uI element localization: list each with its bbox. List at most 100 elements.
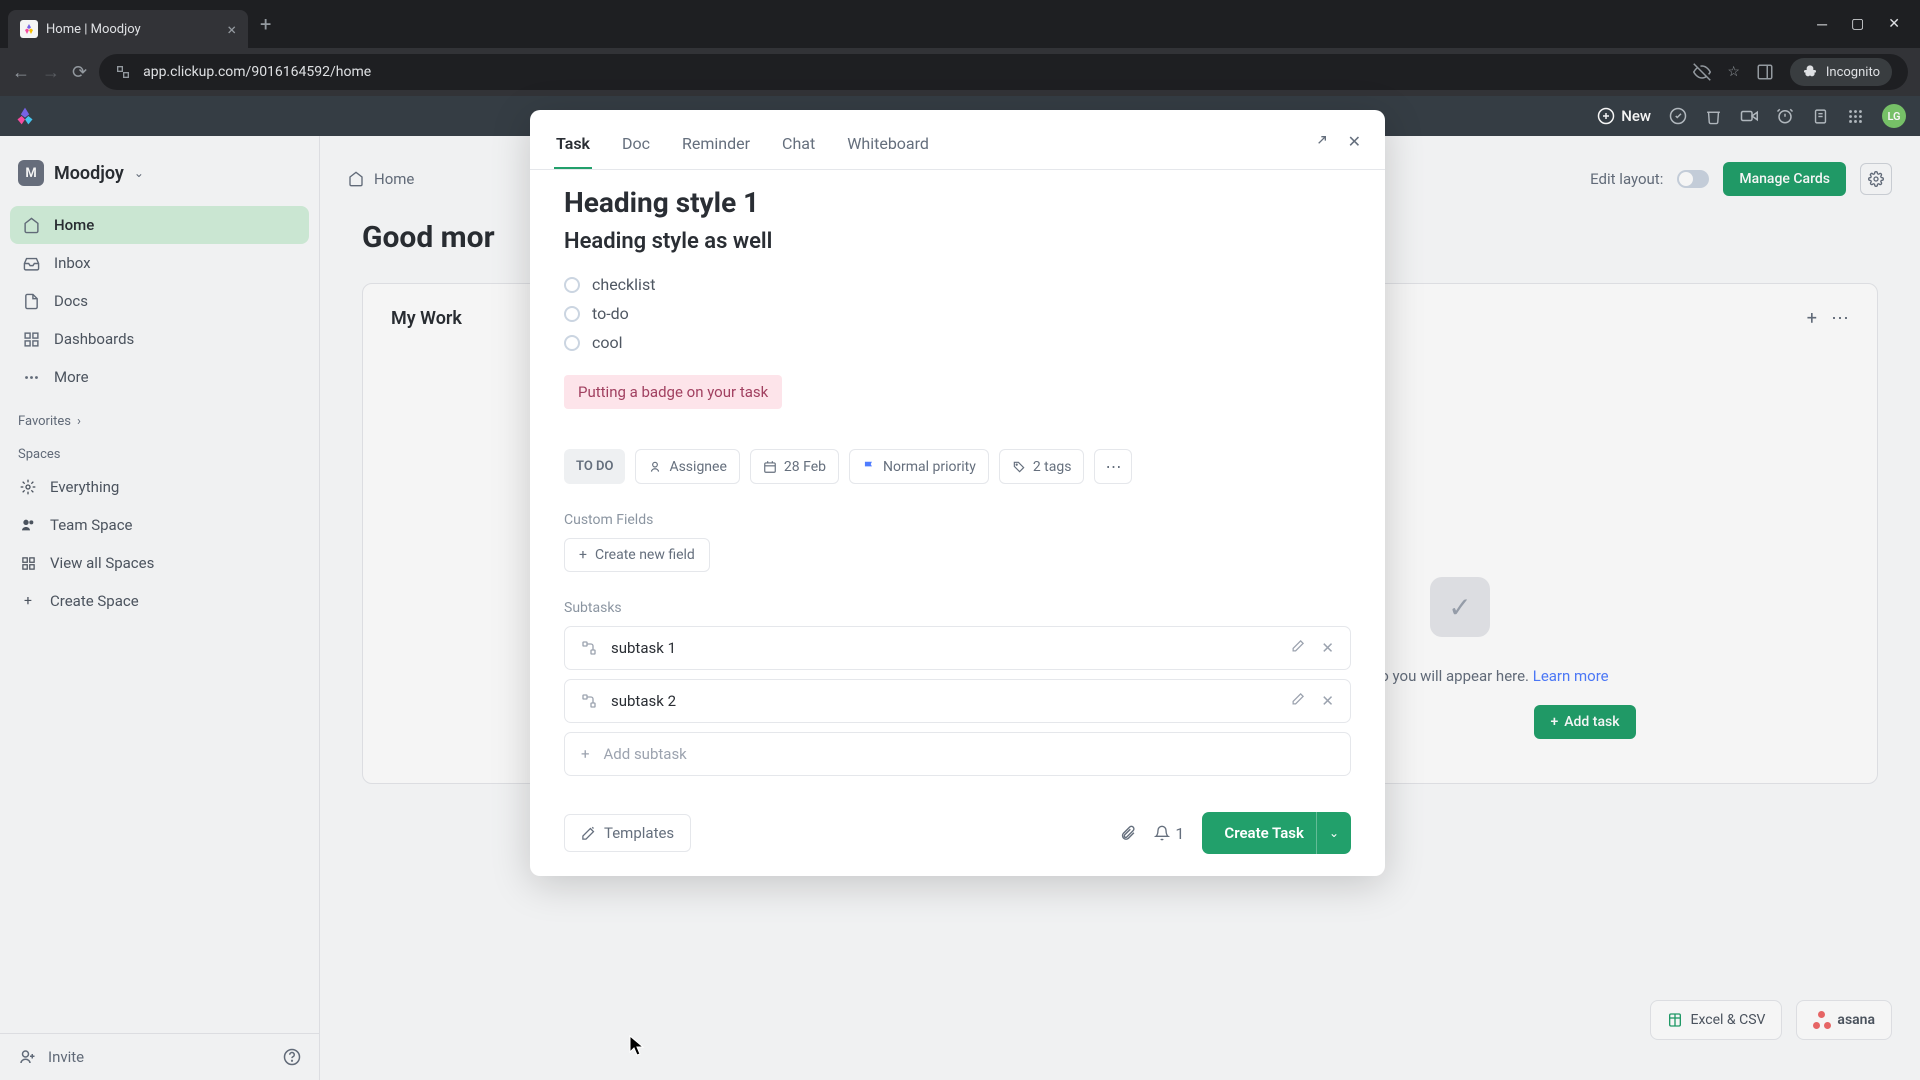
task-title-heading1[interactable]: Heading style 1 xyxy=(564,186,1351,219)
favorites-section-label[interactable]: Favorites › xyxy=(0,402,319,435)
edit-layout-toggle[interactable] xyxy=(1677,170,1709,188)
settings-button[interactable] xyxy=(1860,163,1892,195)
docs-icon xyxy=(22,293,40,310)
check-circle-icon[interactable] xyxy=(1669,107,1687,125)
edit-icon[interactable] xyxy=(1290,692,1305,710)
checklist-item[interactable]: cool xyxy=(564,328,1351,357)
eye-off-icon[interactable] xyxy=(1693,63,1711,81)
notepad-icon[interactable] xyxy=(1812,108,1829,125)
apps-grid-icon[interactable] xyxy=(1847,108,1864,125)
trash-icon[interactable] xyxy=(1705,108,1722,125)
close-modal-icon[interactable]: ✕ xyxy=(1348,132,1361,151)
add-subtask-button[interactable]: + Add subtask xyxy=(564,732,1351,776)
sidebar-item-inbox[interactable]: Inbox xyxy=(10,244,309,282)
sidebar-item-create-space[interactable]: + Create Space xyxy=(0,582,319,620)
workspace-switcher[interactable]: M Moodjoy ⌄ xyxy=(0,146,319,200)
help-icon[interactable] xyxy=(283,1048,301,1066)
back-icon[interactable]: ← xyxy=(12,62,30,83)
ellipsis-icon[interactable]: ⋯ xyxy=(1831,308,1849,329)
subtask-item[interactable]: subtask 1 ✕ xyxy=(564,626,1351,670)
users-icon xyxy=(18,515,38,535)
panel-icon[interactable] xyxy=(1756,63,1774,81)
browser-tab-strip: Home | Moodjoy × + ─ ▢ ✕ xyxy=(0,0,1920,48)
tab-reminder[interactable]: Reminder xyxy=(680,124,752,169)
sidebar-item-label: Dashboards xyxy=(54,330,134,348)
inbox-icon xyxy=(22,255,40,272)
reload-icon[interactable]: ⟳ xyxy=(72,62,87,83)
minimize-icon[interactable]: ─ xyxy=(1817,16,1827,33)
task-title-heading2[interactable]: Heading style as well xyxy=(564,229,1351,254)
excel-csv-badge[interactable]: Excel & CSV xyxy=(1650,1000,1783,1040)
sidebar-item-everything[interactable]: Everything xyxy=(0,468,319,506)
checkbox-icon[interactable] xyxy=(564,306,580,322)
plus-icon[interactable]: + xyxy=(1807,308,1817,329)
sidebar-item-docs[interactable]: Docs xyxy=(10,282,309,320)
tab-task[interactable]: Task xyxy=(554,124,592,169)
checkbox-icon[interactable] xyxy=(564,277,580,293)
tab-doc[interactable]: Doc xyxy=(620,124,652,169)
breadcrumb-item[interactable]: Home xyxy=(374,170,414,188)
new-button[interactable]: New xyxy=(1597,107,1651,125)
plus-icon: + xyxy=(1550,714,1558,730)
my-work-title: My Work xyxy=(391,308,462,329)
learn-more-link[interactable]: Learn more xyxy=(1533,667,1609,685)
invite-button[interactable]: Invite xyxy=(48,1048,84,1066)
close-tab-icon[interactable]: × xyxy=(227,20,236,39)
site-info-icon[interactable] xyxy=(115,64,131,80)
subtask-item[interactable]: subtask 2 ✕ xyxy=(564,679,1351,723)
assignee-chip[interactable]: Assignee xyxy=(635,449,739,484)
sidebar-item-label: Create Space xyxy=(50,592,139,610)
notification-bell[interactable]: 1 xyxy=(1154,824,1184,843)
browser-tab[interactable]: Home | Moodjoy × xyxy=(8,10,248,48)
sidebar-item-label: Home xyxy=(54,216,94,234)
browser-toolbar: ← → ⟳ app.clickup.com/9016164592/home ☆ … xyxy=(0,48,1920,96)
workspace-avatar: M xyxy=(18,160,44,186)
attachment-icon[interactable] xyxy=(1119,825,1136,842)
close-window-icon[interactable]: ✕ xyxy=(1888,16,1900,33)
sidebar-item-more[interactable]: More xyxy=(10,358,309,396)
sidebar-item-view-all-spaces[interactable]: View all Spaces xyxy=(0,544,319,582)
manage-cards-button[interactable]: Manage Cards xyxy=(1723,162,1846,196)
flag-icon xyxy=(862,460,876,474)
remove-icon[interactable]: ✕ xyxy=(1321,692,1334,710)
tab-chat[interactable]: Chat xyxy=(780,124,817,169)
tab-favicon xyxy=(20,20,38,38)
sidebar-footer: Invite xyxy=(0,1033,319,1080)
create-task-button[interactable]: Create Task xyxy=(1202,812,1326,854)
sidebar-item-home[interactable]: Home xyxy=(10,206,309,244)
alarm-icon[interactable] xyxy=(1776,107,1794,125)
sidebar-item-team-space[interactable]: Team Space xyxy=(0,506,319,544)
remove-icon[interactable]: ✕ xyxy=(1321,639,1334,657)
checklist-item[interactable]: checklist xyxy=(564,270,1351,299)
priority-chip[interactable]: Normal priority xyxy=(849,449,989,484)
grid-icon xyxy=(18,553,38,573)
video-icon[interactable] xyxy=(1740,107,1758,125)
tags-chip[interactable]: 2 tags xyxy=(999,449,1085,484)
create-field-button[interactable]: + Create new field xyxy=(564,538,710,572)
maximize-icon[interactable]: ▢ xyxy=(1851,16,1864,33)
user-icon xyxy=(648,460,662,474)
bookmark-star-icon[interactable]: ☆ xyxy=(1727,64,1740,80)
forward-icon[interactable]: → xyxy=(42,62,60,83)
checklist-item[interactable]: to-do xyxy=(564,299,1351,328)
create-task-dropdown[interactable]: ⌄ xyxy=(1316,812,1351,854)
checkbox-icon[interactable] xyxy=(564,335,580,351)
expand-icon[interactable] xyxy=(1314,132,1330,151)
status-chip[interactable]: TO DO xyxy=(564,449,625,484)
date-chip[interactable]: 28 Feb xyxy=(750,449,839,484)
new-tab-button[interactable]: + xyxy=(260,12,271,36)
incognito-badge[interactable]: Incognito xyxy=(1790,58,1892,86)
url-bar[interactable]: app.clickup.com/9016164592/home ☆ Incogn… xyxy=(99,54,1908,90)
sidebar-item-dashboards[interactable]: Dashboards xyxy=(10,320,309,358)
asana-badge[interactable]: asana xyxy=(1796,1000,1892,1040)
task-properties: TO DO Assignee 28 Feb Normal priority 2 … xyxy=(564,449,1351,484)
clickup-logo-icon[interactable] xyxy=(14,105,36,127)
add-task-button[interactable]: + Add task xyxy=(1534,705,1635,739)
templates-button[interactable]: Templates xyxy=(564,814,691,852)
plus-icon: + xyxy=(581,745,590,763)
more-properties-button[interactable]: ⋯ xyxy=(1094,449,1132,484)
plus-icon: + xyxy=(18,591,38,611)
tab-whiteboard[interactable]: Whiteboard xyxy=(845,124,931,169)
avatar[interactable]: LG xyxy=(1882,104,1906,128)
edit-icon[interactable] xyxy=(1290,639,1305,657)
